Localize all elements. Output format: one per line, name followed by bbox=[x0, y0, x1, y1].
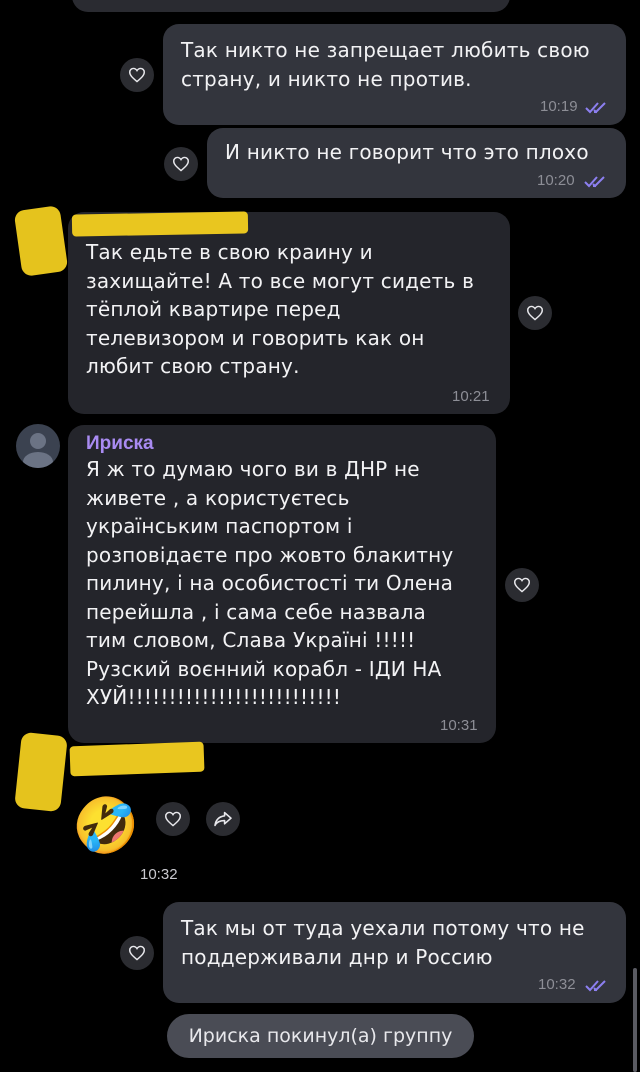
message-time: 10:21 bbox=[452, 388, 490, 405]
avatar[interactable] bbox=[14, 731, 68, 813]
avatar[interactable] bbox=[16, 424, 60, 468]
service-message: Ириска покинул(а) группу bbox=[167, 1014, 474, 1058]
heart-outline-icon bbox=[128, 67, 146, 83]
outgoing-message-bubble[interactable]: Так мы от туда уехали потому что не подд… bbox=[163, 902, 626, 1003]
reaction-button[interactable] bbox=[505, 568, 539, 602]
reaction-button[interactable] bbox=[156, 802, 190, 836]
emoji-message[interactable]: 🤣 bbox=[72, 792, 140, 860]
message-text: Так никто не запрещает любить свою стран… bbox=[181, 38, 590, 91]
person-placeholder-icon bbox=[23, 433, 53, 468]
service-message-text: Ириска покинул(а) группу bbox=[188, 1025, 453, 1047]
heart-outline-icon bbox=[164, 811, 182, 827]
message-text: Я ж то думаю чого ви в ДНР не живете , а… bbox=[86, 457, 454, 709]
message-time: 10:32 bbox=[140, 866, 178, 883]
outgoing-message-bubble[interactable]: Так никто не запрещает любить свою стран… bbox=[163, 24, 626, 125]
message-time: 10:31 bbox=[440, 717, 478, 734]
message-text: Так едьте в свою краину и захищайте! А т… bbox=[86, 240, 475, 378]
heart-outline-icon bbox=[526, 305, 544, 321]
sender-name bbox=[71, 211, 249, 237]
forward-button[interactable] bbox=[206, 802, 240, 836]
message-text: Так мы от туда уехали потому что не подд… bbox=[181, 916, 585, 969]
sender-name bbox=[69, 741, 205, 777]
heart-outline-icon bbox=[128, 945, 146, 961]
message-time: 10:19 bbox=[540, 98, 578, 115]
heart-outline-icon bbox=[513, 577, 531, 593]
message-time: 10:20 bbox=[537, 172, 575, 189]
incoming-message-bubble[interactable]: Ириска Я ж то думаю чого ви в ДНР не жив… bbox=[68, 425, 496, 743]
avatar[interactable] bbox=[13, 205, 69, 277]
previous-message-bubble[interactable] bbox=[72, 0, 510, 12]
double-check-icon bbox=[585, 980, 606, 992]
scrollbar[interactable] bbox=[633, 968, 637, 1072]
reaction-button[interactable] bbox=[164, 147, 198, 181]
reaction-button[interactable] bbox=[120, 58, 154, 92]
heart-outline-icon bbox=[172, 156, 190, 172]
message-time: 10:32 bbox=[538, 976, 576, 993]
sender-name[interactable]: Ириска bbox=[86, 433, 154, 455]
message-text: И никто не говорит что это плохо bbox=[225, 140, 589, 164]
share-arrow-icon bbox=[214, 811, 232, 827]
double-check-icon bbox=[584, 176, 605, 188]
double-check-icon bbox=[585, 102, 606, 114]
outgoing-message-bubble[interactable]: И никто не говорит что это плохо 10:20 bbox=[207, 128, 626, 198]
incoming-message-bubble[interactable]: Так едьте в свою краину и захищайте! А т… bbox=[68, 212, 510, 414]
reaction-button[interactable] bbox=[518, 296, 552, 330]
rofl-emoji: 🤣 bbox=[72, 794, 140, 857]
reaction-button[interactable] bbox=[120, 936, 154, 970]
